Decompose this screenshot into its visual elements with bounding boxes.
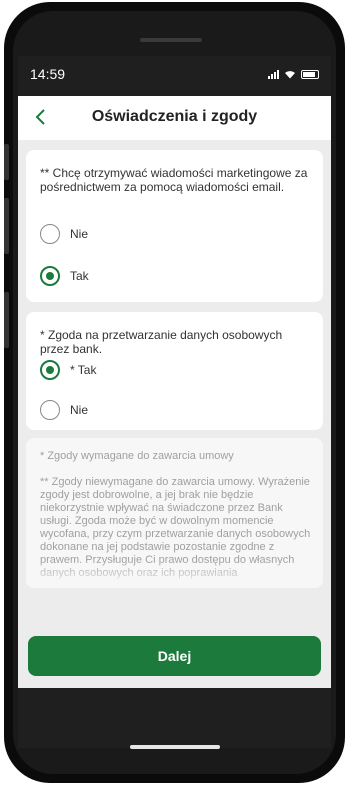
phone-side-button (4, 198, 9, 254)
battery-icon (301, 70, 319, 79)
option-label: Tak (70, 269, 89, 283)
option-label: Nie (70, 227, 89, 241)
scroll-fade (26, 560, 323, 588)
phone-side-button (4, 292, 9, 348)
option-label: * Tak (70, 363, 97, 377)
radio-button-selected[interactable] (40, 266, 60, 286)
marketing-consent-text: ** Chcę otrzymywać wiadomości marketingo… (40, 166, 308, 194)
wifi-icon (285, 71, 295, 79)
marketing-option-nie[interactable]: Nie (40, 224, 88, 244)
app-bar: Oświadczenia i zgody (18, 96, 331, 140)
data-processing-consent-text: * Zgoda na przetwarzanie danych osobowyc… (40, 328, 283, 356)
marketing-consent-card: ** Chcę otrzymywać wiadomości marketingo… (26, 150, 323, 302)
radio-button-unselected[interactable] (40, 400, 60, 420)
consents-content[interactable]: ** Chcę otrzymywać wiadomości marketingo… (18, 140, 331, 748)
option-label: Nie (70, 403, 89, 417)
signal-icon (268, 69, 279, 79)
phone-speaker (140, 38, 202, 42)
phone-side-button (4, 144, 9, 180)
marketing-option-tak[interactable]: Tak (40, 266, 89, 286)
bottom-bar (18, 688, 331, 748)
data-processing-consent-card: * Zgoda na przetwarzanie danych osobowyc… (26, 312, 323, 430)
home-indicator[interactable] (130, 745, 220, 749)
status-bar: 14:59 (18, 56, 331, 96)
data-option-tak[interactable]: * Tak (40, 360, 96, 380)
status-icons (268, 69, 319, 79)
radio-button-unselected[interactable] (40, 224, 60, 244)
radio-button-selected[interactable] (40, 360, 60, 380)
screen: 14:59 Oświadczenia i zgody ** Chcę otrzy… (18, 56, 331, 748)
next-button[interactable]: Dalej (28, 636, 321, 676)
page-title: Oświadczenia i zgody (91, 108, 258, 125)
status-time: 14:59 (30, 66, 66, 82)
data-option-nie[interactable]: Nie (40, 400, 88, 420)
required-consents-note: * Zgody wymagane do zawarcia umowy (40, 450, 234, 462)
